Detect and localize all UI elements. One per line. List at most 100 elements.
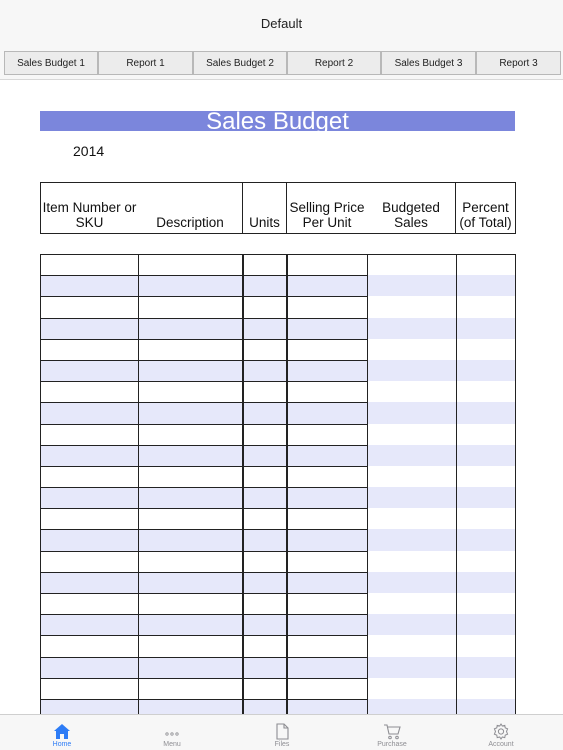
nav-home[interactable]: Home <box>17 715 107 750</box>
table-cell[interactable] <box>138 656 243 678</box>
table-cell[interactable] <box>456 254 516 276</box>
table-cell[interactable] <box>243 338 287 360</box>
table-cell[interactable] <box>138 635 243 657</box>
table-cell[interactable] <box>287 275 368 297</box>
table-cell[interactable] <box>243 593 287 615</box>
table-cell[interactable] <box>456 529 516 551</box>
table-cell[interactable] <box>456 656 516 678</box>
table-cell[interactable] <box>287 508 368 530</box>
table-cell[interactable] <box>243 635 287 657</box>
table-cell[interactable] <box>367 381 456 403</box>
table-cell[interactable] <box>456 465 516 488</box>
table-cell[interactable] <box>243 571 287 593</box>
table-cell[interactable] <box>287 550 368 572</box>
table-cell[interactable] <box>40 635 139 657</box>
table-cell[interactable] <box>287 338 368 360</box>
table-cell[interactable] <box>243 423 287 445</box>
table-cell[interactable] <box>243 614 287 636</box>
table-cell[interactable] <box>367 635 456 657</box>
table-cell[interactable] <box>138 677 243 699</box>
table-cell[interactable] <box>138 593 243 615</box>
table-cell[interactable] <box>40 317 139 339</box>
table-cell[interactable] <box>367 402 456 424</box>
table-cell[interactable] <box>40 571 139 593</box>
table-cell[interactable] <box>367 656 456 678</box>
table-cell[interactable] <box>287 656 368 678</box>
column-header-item-number[interactable]: Item Number or SKU <box>40 182 139 234</box>
table-cell[interactable] <box>367 338 456 360</box>
table-cell[interactable] <box>367 275 456 297</box>
table-cell[interactable] <box>243 465 287 488</box>
table-cell[interactable] <box>138 402 243 424</box>
table-cell[interactable] <box>456 296 516 318</box>
table-cell[interactable] <box>456 317 516 339</box>
table-cell[interactable] <box>40 529 139 551</box>
table-cell[interactable] <box>40 444 139 466</box>
table-cell[interactable] <box>138 465 243 488</box>
table-cell[interactable] <box>243 656 287 678</box>
table-cell[interactable] <box>367 487 456 509</box>
table-cell[interactable] <box>138 254 243 276</box>
table-cell[interactable] <box>287 698 368 714</box>
table-cell[interactable] <box>287 529 368 551</box>
table-cell[interactable] <box>287 296 368 318</box>
table-cell[interactable] <box>367 508 456 530</box>
table-cell[interactable] <box>287 444 368 466</box>
table-cell[interactable] <box>367 614 456 636</box>
nav-menu[interactable]: Menu <box>127 715 217 750</box>
column-header-budgeted-sales[interactable]: Budgeted Sales <box>367 182 456 234</box>
column-header-description[interactable]: Description <box>138 182 243 234</box>
spreadsheet-document[interactable]: Sales Budget 2014 Item Number or SKU Des… <box>0 80 563 714</box>
table-cell[interactable] <box>243 508 287 530</box>
table-cell[interactable] <box>138 423 243 445</box>
table-cell[interactable] <box>40 402 139 424</box>
tab-report-3[interactable]: Report 3 <box>476 51 561 75</box>
table-cell[interactable] <box>243 402 287 424</box>
table-cell[interactable] <box>138 550 243 572</box>
table-cell[interactable] <box>287 677 368 699</box>
table-cell[interactable] <box>456 444 516 466</box>
table-cell[interactable] <box>456 359 516 382</box>
table-cell[interactable] <box>367 593 456 615</box>
table-cell[interactable] <box>243 444 287 466</box>
table-cell[interactable] <box>456 550 516 572</box>
table-cell[interactable] <box>138 571 243 593</box>
nav-account[interactable]: Account <box>456 715 546 750</box>
table-cell[interactable] <box>367 444 456 466</box>
table-cell[interactable] <box>367 317 456 339</box>
table-cell[interactable] <box>456 593 516 615</box>
table-cell[interactable] <box>367 529 456 551</box>
table-cell[interactable] <box>138 359 243 382</box>
table-cell[interactable] <box>40 359 139 382</box>
table-cell[interactable] <box>40 677 139 699</box>
table-cell[interactable] <box>367 296 456 318</box>
tab-sales-budget-2[interactable]: Sales Budget 2 <box>193 51 287 75</box>
table-cell[interactable] <box>287 614 368 636</box>
table-cell[interactable] <box>367 423 456 445</box>
table-cell[interactable] <box>40 465 139 488</box>
table-cell[interactable] <box>40 254 139 276</box>
table-cell[interactable] <box>456 423 516 445</box>
nav-files[interactable]: Files <box>237 715 327 750</box>
table-cell[interactable] <box>287 593 368 615</box>
tab-report-1[interactable]: Report 1 <box>98 51 193 75</box>
table-cell[interactable] <box>287 487 368 509</box>
table-cell[interactable] <box>243 550 287 572</box>
table-cell[interactable] <box>243 296 287 318</box>
table-cell[interactable] <box>138 529 243 551</box>
table-cell[interactable] <box>456 508 516 530</box>
table-cell[interactable] <box>367 254 456 276</box>
table-cell[interactable] <box>138 338 243 360</box>
table-cell[interactable] <box>243 254 287 276</box>
table-cell[interactable] <box>456 614 516 636</box>
table-cell[interactable] <box>138 381 243 403</box>
table-cell[interactable] <box>243 317 287 339</box>
table-cell[interactable] <box>138 317 243 339</box>
table-cell[interactable] <box>367 698 456 714</box>
table-cell[interactable] <box>40 593 139 615</box>
table-cell[interactable] <box>456 487 516 509</box>
table-cell[interactable] <box>456 698 516 714</box>
tab-report-2[interactable]: Report 2 <box>287 51 381 75</box>
table-cell[interactable] <box>456 402 516 424</box>
table-cell[interactable] <box>40 381 139 403</box>
